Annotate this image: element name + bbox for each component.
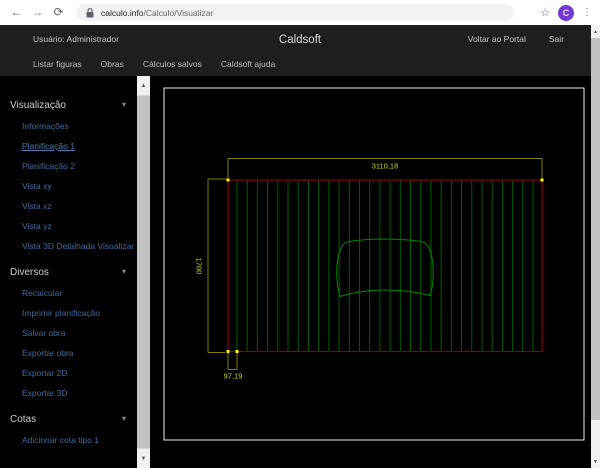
sidebar-item-vista-xz[interactable]: Vista xz — [10, 196, 150, 216]
sidebar-item-informacoes[interactable]: Informações — [10, 116, 150, 136]
lock-icon — [86, 8, 94, 18]
url-text: calculo.info/Calculo/Visualizar — [101, 8, 213, 18]
voltar-ao-portal-link[interactable]: Voltar ao Portal — [468, 34, 526, 44]
address-bar[interactable]: calculo.info/Calculo/Visualizar — [76, 4, 514, 21]
height-dimension-label: 1700 — [195, 258, 204, 275]
sidebar-item-salvar-obra[interactable]: Salvar obra — [10, 323, 150, 343]
nav-item-obras[interactable]: Obras — [101, 59, 124, 69]
sidebar-item-planificacao-2[interactable]: Planificação 2 — [10, 156, 150, 176]
sidebar-item-imprimir-planificacao[interactable]: Imprimir planificação — [10, 303, 150, 323]
chevron-down-icon: ▾ — [122, 100, 126, 109]
sidebar-scroll-up-icon[interactable]: ▲ — [137, 76, 150, 95]
sidebar-scrollbar[interactable]: ▲ ▼ — [137, 76, 150, 468]
page-scroll-up-icon[interactable]: ▲ — [591, 25, 600, 38]
url-domain: calculo.info — [101, 8, 144, 18]
page-scroll-down-icon[interactable]: ▼ — [591, 455, 600, 468]
sidebar-item-adicionar-cota-tipo-1[interactable]: Adicionar cota tipo 1 — [10, 430, 150, 450]
url-path: /Calculo/Visualizar — [144, 8, 214, 18]
chevron-down-icon: ▾ — [122, 267, 126, 276]
sidebar-item-vista-xy[interactable]: Vista xy — [10, 176, 150, 196]
sidebar-item-recalcular[interactable]: Recalcular — [10, 283, 150, 303]
sidebar: Visualização ▾ InformaçõesPlanificação 1Pl… — [0, 76, 150, 468]
sidebar-scroll-down-icon[interactable]: ▼ — [137, 449, 150, 468]
sidebar-section-visualizacao[interactable]: Visualização ▾ — [10, 94, 150, 116]
sidebar-section-cotas[interactable]: Cotas ▾ — [10, 408, 150, 430]
sidebar-item-planificacao-1[interactable]: Planificação 1 — [10, 136, 150, 156]
forward-icon[interactable]: → — [27, 0, 48, 25]
bookmark-star-icon[interactable]: ☆ — [540, 6, 550, 19]
back-icon[interactable]: ← — [6, 0, 27, 25]
dimension-marker — [541, 179, 544, 182]
sidebar-scrollbar-thumb[interactable] — [137, 95, 150, 449]
sidebar-section-label: Visualização — [10, 100, 66, 111]
app-header: Usuário: Administrador Caldsoft Voltar a… — [0, 25, 600, 76]
nav-item-caldsoft-ajuda[interactable]: Caldsoft ajuda — [221, 59, 275, 69]
page-scrollbar-thumb[interactable] — [591, 38, 600, 420]
dimension-marker — [227, 179, 230, 182]
nav-item-calculos-salvos[interactable]: Cálculos salvos — [143, 59, 202, 69]
sidebar-section-diversos[interactable]: Diversos ▾ — [10, 261, 150, 283]
main-nav: Listar figuras Obras Cálculos salvos Caldso… — [0, 51, 600, 76]
sidebar-section-label: Diversos — [10, 267, 49, 278]
planification-drawing: 3110,18 1700 97,19 — [150, 76, 600, 468]
canvas-frame — [164, 88, 584, 440]
sidebar-section-label: Cotas — [10, 414, 36, 425]
dimension-marker — [236, 350, 239, 353]
sidebar-item-vista-3d-detalhada-visualizar[interactable]: Vista 3D Detalhada Visualizar — [10, 236, 150, 256]
projected-shape — [337, 239, 434, 296]
sidebar-item-exportar-3d[interactable]: Exportar 3D — [10, 383, 150, 403]
profile-avatar[interactable]: C — [558, 5, 574, 21]
sair-link[interactable]: Sair — [549, 34, 564, 44]
sidebar-item-vista-yz[interactable]: Vista yz — [10, 216, 150, 236]
plate-outline — [228, 180, 542, 352]
sidebar-item-exportar-obra[interactable]: Exportar obra — [10, 343, 150, 363]
reload-icon[interactable]: ⟳ — [48, 0, 69, 25]
page-scrollbar[interactable]: ▲ ▼ — [591, 25, 600, 468]
width-dimension-label: 3110,18 — [372, 162, 399, 171]
user-label: Usuário: Administrador — [33, 34, 119, 44]
drawing-canvas: 3110,18 1700 97,19 — [150, 76, 600, 468]
sidebar-item-exportar-2d[interactable]: Exportar 2D — [10, 363, 150, 383]
offset-dimension-label: 97,19 — [224, 372, 243, 381]
dimension-marker — [227, 350, 230, 353]
nav-item-listar-figuras[interactable]: Listar figuras — [33, 59, 82, 69]
browser-menu-icon[interactable]: ⋮ — [582, 7, 592, 18]
browser-toolbar: ← → ⟳ calculo.info/Calculo/Visualizar ☆ … — [0, 0, 600, 25]
chevron-down-icon: ▾ — [122, 414, 126, 423]
